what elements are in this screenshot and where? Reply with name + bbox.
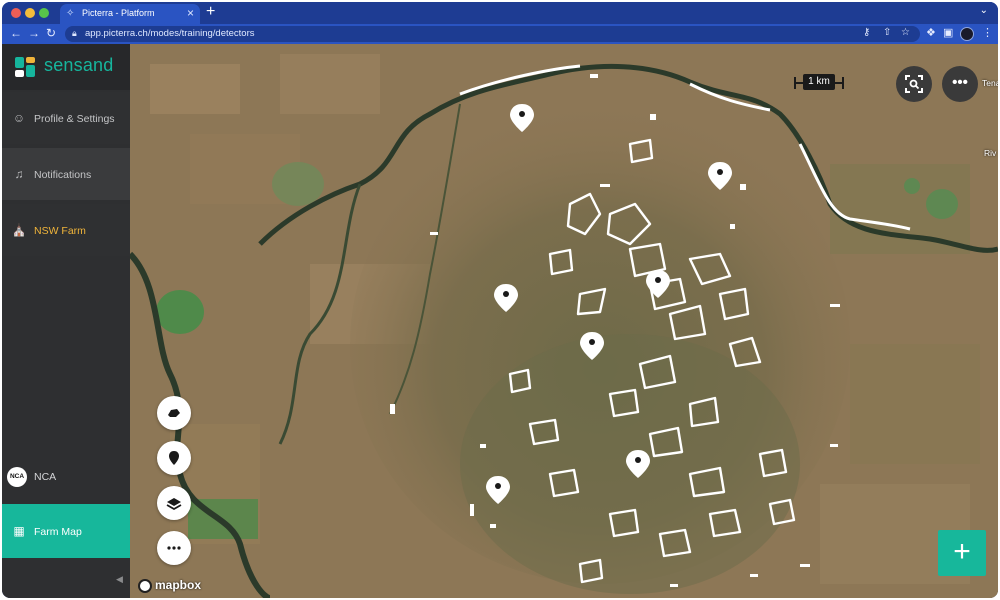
sidebar-item-nsw-farm[interactable]: ⛪ NSW Farm — [2, 204, 130, 256]
back-icon[interactable]: ← — [10, 26, 22, 40]
sidebar: sensand ☺ Profile & Settings ♫ Notificat… — [2, 44, 130, 598]
sidebar-item-label: NSW Farm — [34, 225, 86, 237]
scale-cap-left — [794, 77, 796, 89]
layers-icon — [166, 498, 182, 511]
lock-icon: 🔒︎ — [72, 28, 77, 38]
forward-icon[interactable]: → — [28, 26, 40, 40]
sidebar-item-label: Notifications — [34, 169, 92, 181]
draw-polygon-button[interactable] — [157, 396, 191, 430]
address-bar[interactable]: 🔒︎ app.picterra.ch/modes/training/detect… — [65, 26, 920, 42]
place-label-riv: Riv — [984, 148, 997, 158]
sidebar-item-label: Profile & Settings — [34, 113, 115, 125]
screenshot-button[interactable] — [896, 66, 932, 102]
sidebar-item-nca[interactable]: NCA NCA — [2, 452, 130, 500]
sensand-logo-icon — [15, 57, 35, 77]
reload-icon[interactable]: ↻ — [46, 26, 56, 40]
menu-icon[interactable]: ⋮ — [982, 26, 993, 39]
sidebar-item-label: Farm Map — [34, 526, 82, 538]
picterra-favicon-icon: ✧ — [66, 8, 75, 19]
screenshot-icon — [905, 75, 923, 93]
add-marker-button[interactable] — [157, 441, 191, 475]
browser-toolbar: ← → ↻ 🔒︎ app.picterra.ch/modes/training/… — [2, 24, 998, 44]
more-icon — [167, 546, 181, 550]
tab-strip: ✧ Picterra - Platform × + ⌄ — [2, 2, 998, 24]
map-tools-more-button[interactable] — [157, 531, 191, 565]
tab-title: Picterra - Platform — [82, 8, 155, 18]
farm-map[interactable]: 1 km ••• Tena Riv — [130, 44, 998, 598]
more-icon: ••• — [952, 74, 968, 91]
bell-icon: ♫ — [14, 167, 24, 181]
map-more-button[interactable]: ••• — [942, 66, 978, 102]
extensions-icon[interactable]: ❖ — [926, 26, 936, 39]
add-button[interactable]: + — [938, 530, 986, 576]
new-tab-button[interactable]: + — [206, 3, 215, 21]
share-icon[interactable]: ⇧ — [883, 27, 891, 38]
scale-label: 1 km — [803, 74, 835, 90]
tab-close-icon[interactable]: × — [187, 6, 194, 20]
profile-avatar[interactable] — [960, 27, 974, 41]
nca-badge: NCA — [7, 467, 27, 487]
key-icon[interactable]: ⚷ — [863, 27, 870, 38]
marker-icon — [169, 451, 179, 465]
sidebar-item-farm-map[interactable]: ▦ Farm Map — [2, 504, 130, 558]
map-icon: ▦ — [13, 524, 25, 538]
brand-name: sensand — [44, 55, 114, 75]
mapbox-logo-icon — [138, 579, 152, 593]
draw-polygon-icon — [168, 409, 180, 417]
place-label-tena: Tena — [982, 78, 998, 88]
close-window-button[interactable] — [11, 8, 21, 18]
sidebar-item-label: NCA — [34, 471, 57, 483]
tab-search-icon[interactable]: ⌄ — [980, 5, 988, 16]
brand-header[interactable]: sensand — [2, 44, 130, 90]
sidebar-icon[interactable]: ▣ — [943, 26, 953, 39]
sidebar-item-notifications[interactable]: ♫ Notifications — [2, 148, 130, 200]
farm-icon: ⛪ — [11, 223, 27, 237]
layers-button[interactable] — [157, 486, 191, 520]
url-text[interactable]: app.picterra.ch/modes/training/detectors — [85, 28, 255, 39]
satellite-imagery — [130, 44, 998, 598]
scale-cap-right — [842, 77, 844, 89]
collapse-sidebar-icon[interactable]: ◀ — [116, 574, 123, 585]
browser-tab[interactable]: ✧ Picterra - Platform × — [60, 4, 200, 24]
browser-window: ✧ Picterra - Platform × + ⌄ ← → ↻ 🔒︎ app… — [2, 2, 998, 598]
star-icon[interactable]: ☆ — [901, 27, 910, 38]
map-scale-bar: 1 km — [794, 74, 844, 90]
sidebar-item-profile-settings[interactable]: ☺ Profile & Settings — [2, 92, 130, 144]
mapbox-text: mapbox — [155, 578, 202, 592]
minimize-window-button[interactable] — [25, 8, 35, 18]
maximize-window-button[interactable] — [39, 8, 49, 18]
user-circle-icon: ☺ — [12, 111, 26, 125]
